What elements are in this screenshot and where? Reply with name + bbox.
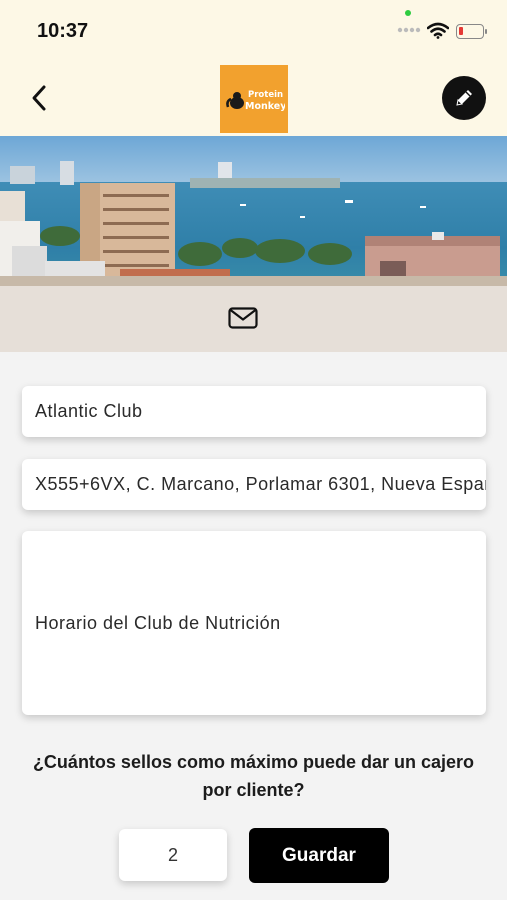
max-stamps-value: 2 xyxy=(167,844,178,865)
club-address-value: X555+6VX, C. Marcano, Porlamar 6301, Nue… xyxy=(35,474,486,494)
privacy-indicator-dot xyxy=(405,10,411,16)
max-stamps-question: ¿Cuántos sellos como máximo puede dar un… xyxy=(32,752,475,800)
svg-text:Protein: Protein xyxy=(248,90,283,100)
mail-button[interactable] xyxy=(226,304,260,332)
back-button[interactable] xyxy=(22,78,56,118)
signal-icon xyxy=(397,27,421,33)
status-time: 10:37 xyxy=(37,20,89,42)
wifi-icon xyxy=(427,22,449,39)
save-button[interactable]: Guardar xyxy=(249,828,389,883)
club-schedule-value: Horario del Club de Nutrición xyxy=(35,612,281,633)
battery-level xyxy=(459,27,463,35)
club-name-value: Atlantic Club xyxy=(35,401,143,421)
battery-icon xyxy=(456,24,487,39)
max-stamps-input[interactable]: 2 xyxy=(119,829,227,881)
svg-text:Monkey: Monkey xyxy=(245,101,285,112)
protein-monkey-logo: Protein Monkey xyxy=(220,65,288,133)
edit-button[interactable] xyxy=(442,76,486,120)
monkey-logo-mark: Protein Monkey xyxy=(226,90,285,112)
envelope-icon xyxy=(228,307,258,329)
app-header: Protein Monkey xyxy=(0,62,507,136)
chevron-left-icon xyxy=(32,85,46,111)
club-address-field[interactable]: X555+6VX, C. Marcano, Porlamar 6301, Nue… xyxy=(22,459,486,510)
pencil-icon xyxy=(456,90,472,106)
club-schedule-field[interactable]: Horario del Club de Nutrición xyxy=(22,531,486,715)
club-cover-image xyxy=(0,136,507,352)
club-name-field[interactable]: Atlantic Club xyxy=(22,386,486,437)
status-bar: 10:37 xyxy=(0,0,507,62)
